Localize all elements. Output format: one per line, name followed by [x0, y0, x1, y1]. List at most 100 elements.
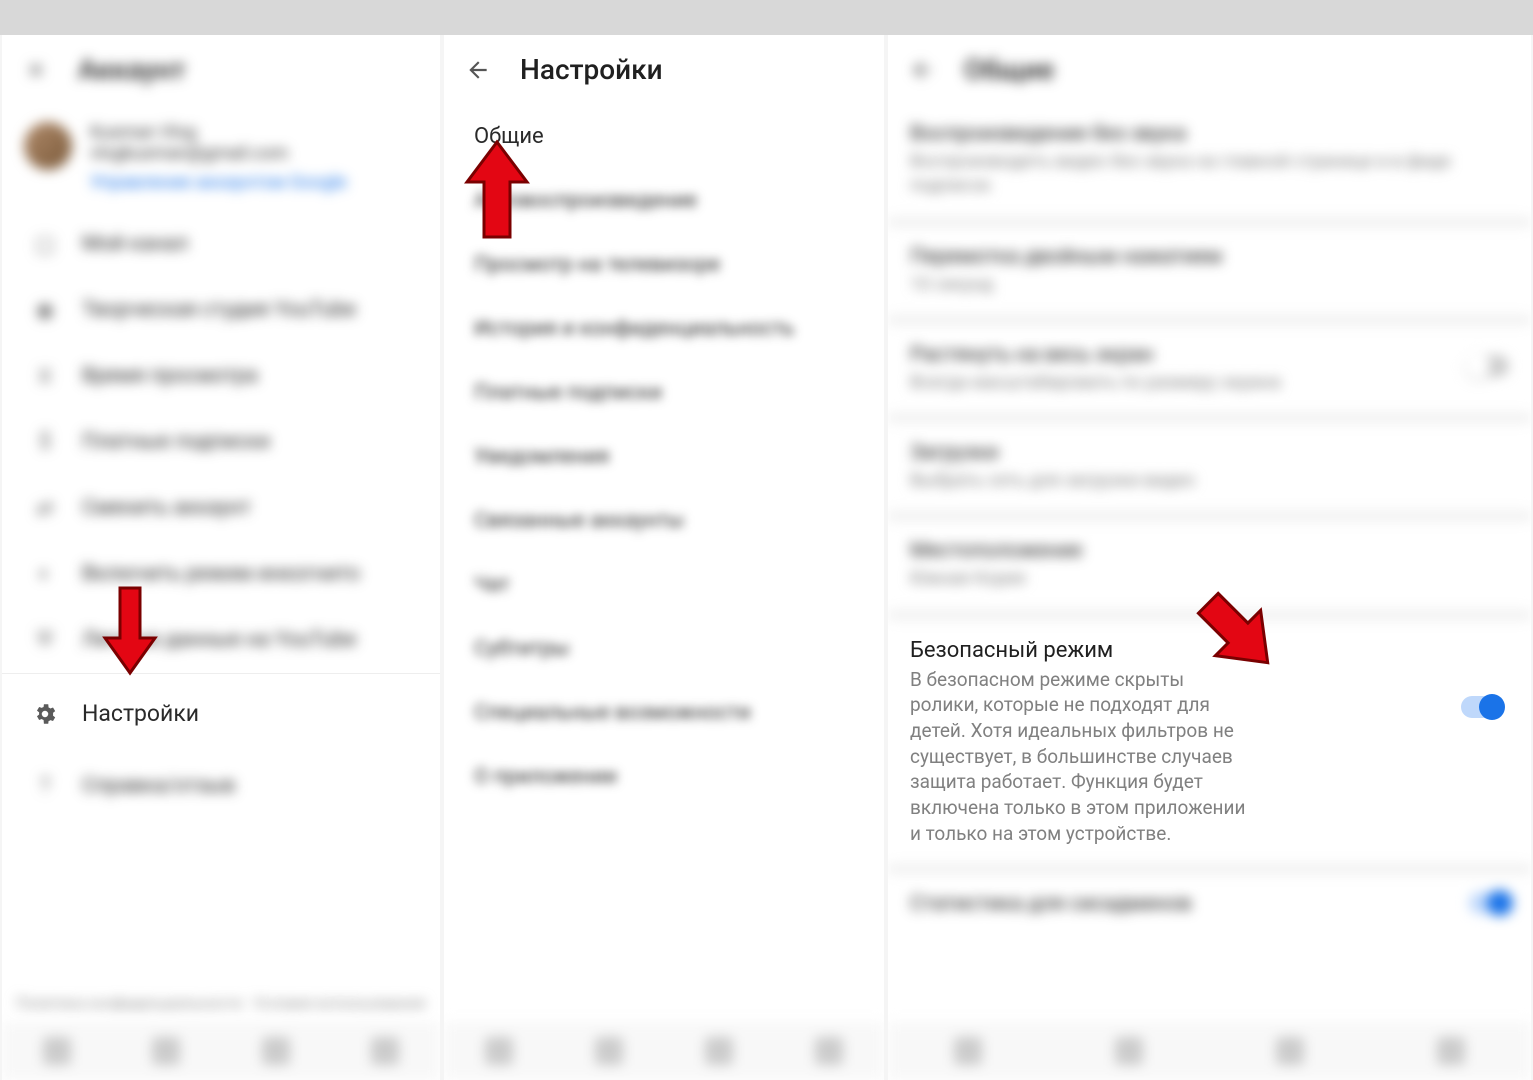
nav-icon[interactable] — [43, 1037, 71, 1065]
separator — [888, 864, 1531, 874]
setting-desc: Всегда масштабировать по размеру экрана — [910, 371, 1453, 395]
general-label: Общие — [474, 124, 544, 149]
setting-row[interactable]: Загрузки Выбрать сеть для загрузки видео — [888, 423, 1531, 511]
safe-mode-title: Безопасный режим — [910, 638, 1445, 663]
list-item[interactable]: Просмотр на телевизоре — [444, 233, 884, 297]
nav-icon[interactable] — [705, 1037, 733, 1065]
list-item[interactable]: ⛨ Личные данные на YouTube — [2, 607, 440, 673]
list-item[interactable]: Автовоспроизведение — [444, 169, 884, 233]
settings-item[interactable]: Настройки — [2, 674, 440, 753]
separator — [888, 511, 1531, 521]
item-label: Сменить аккаунт — [82, 496, 251, 520]
nav-icon[interactable] — [815, 1037, 843, 1065]
setting-row[interactable]: Местоположение Южная Корея — [888, 521, 1531, 609]
item-label: Включить режим инкогнито — [82, 562, 360, 586]
list-item[interactable]: О приложении — [444, 745, 884, 809]
nav-icon[interactable] — [262, 1037, 290, 1065]
switch-icon: ⇄ — [32, 495, 58, 521]
setting-row[interactable]: Растянуть на весь экран Всегда масштабир… — [888, 325, 1531, 413]
bottom-nav — [444, 1022, 884, 1080]
item-label: Чат — [474, 573, 510, 597]
item-label: Просмотр на телевизоре — [474, 253, 720, 277]
incognito-icon: ◐ — [32, 561, 58, 587]
footer-links[interactable]: Политика конфиденциальности · Условия ис… — [16, 994, 426, 1012]
shield-icon: ⛨ — [32, 627, 58, 653]
manage-account-link[interactable]: Управление аккаунтом Google — [90, 172, 347, 193]
item-label: Справка/отзыв — [82, 774, 235, 798]
general-item[interactable]: Общие — [444, 104, 884, 169]
item-label: Мой канал — [82, 232, 188, 256]
toggle-switch[interactable] — [1469, 892, 1509, 914]
setting-row[interactable]: Перемотка двойным нажатием 10 секунд — [888, 227, 1531, 315]
list-item[interactable]: ◉ Творческая студия YouTube — [2, 277, 440, 343]
setting-title: Воспроизведение без звука — [910, 122, 1509, 146]
status-bar — [0, 0, 1533, 35]
settings-panel: Настройки Общие Автовоспроизведение Прос… — [444, 35, 884, 1080]
panel-title: Общие — [964, 53, 1054, 86]
setting-title: Статистика для сисадминов — [910, 892, 1453, 916]
list-item[interactable]: Специальные возможности — [444, 681, 884, 745]
list-item[interactable]: ⧖Время просмотра — [2, 343, 440, 409]
back-icon[interactable] — [464, 56, 492, 84]
account-name: Kusman Vlog — [90, 122, 347, 143]
channel-icon: ▢ — [32, 231, 58, 257]
avatar[interactable] — [24, 122, 72, 170]
nav-icon[interactable] — [1115, 1037, 1143, 1065]
list-item[interactable]: ⇄ Сменить аккаунт — [2, 475, 440, 541]
list-item[interactable]: Чат — [444, 553, 884, 617]
setting-desc: 10 секунд — [910, 273, 1509, 297]
back-icon[interactable] — [908, 56, 936, 84]
list-item[interactable]: Уведомления — [444, 425, 884, 489]
general-panel: Общие Воспроизведение без звука Воспроиз… — [888, 35, 1531, 1080]
list-item[interactable]: Платные подписки — [444, 361, 884, 425]
setting-row[interactable]: Статистика для сисадминов — [888, 874, 1531, 938]
nav-icon[interactable] — [485, 1037, 513, 1065]
separator — [888, 217, 1531, 227]
separator — [888, 315, 1531, 325]
list-item[interactable]: Субтитры — [444, 617, 884, 681]
setting-desc: Воспроизводить видео без звука на главно… — [910, 150, 1509, 199]
item-label: Автовоспроизведение — [474, 189, 697, 213]
toggle-switch[interactable] — [1469, 355, 1509, 377]
item-label: Платные подписки — [474, 381, 662, 405]
list-item[interactable]: Связанные аккаунты — [444, 489, 884, 553]
nav-icon[interactable] — [371, 1037, 399, 1065]
list-item[interactable]: ▢ Мой канал — [2, 211, 440, 277]
nav-icon[interactable] — [152, 1037, 180, 1065]
setting-desc: Выбрать сеть для загрузки видео — [910, 469, 1509, 493]
nav-icon[interactable] — [954, 1037, 982, 1065]
help-icon: ? — [32, 773, 58, 799]
list-item[interactable]: История и конфиденциальность — [444, 297, 884, 361]
item-label: Творческая студия YouTube — [82, 298, 356, 322]
item-label: Связанные аккаунты — [474, 509, 684, 533]
setting-title: Растянуть на весь экран — [910, 343, 1453, 367]
close-icon[interactable] — [22, 56, 50, 84]
safe-mode-desc: В безопасном режиме скрыты ролики, котор… — [910, 667, 1250, 846]
account-panel: Аккаунт Kusman Vlog vlogkusman@gmail.com… — [2, 35, 440, 1080]
setting-title: Местоположение — [910, 539, 1509, 563]
item-label: Личные данные на YouTube — [82, 628, 356, 652]
safe-mode-toggle[interactable] — [1461, 696, 1501, 718]
list-item[interactable]: ? Справка/отзыв — [2, 753, 440, 819]
item-label: Специальные возможности — [474, 701, 751, 725]
studio-icon: ◉ — [32, 297, 58, 323]
gear-icon — [32, 701, 58, 727]
bottom-nav — [888, 1022, 1531, 1080]
settings-label: Настройки — [82, 700, 199, 727]
paid-icon: $ — [32, 429, 58, 455]
panel-title: Настройки — [520, 53, 663, 86]
setting-desc: Южная Корея — [910, 567, 1509, 591]
safe-mode-row[interactable]: Безопасный режим В безопасном режиме скр… — [888, 620, 1531, 864]
separator — [888, 610, 1531, 620]
setting-row[interactable]: Воспроизведение без звука Воспроизводить… — [888, 104, 1531, 217]
nav-icon[interactable] — [1276, 1037, 1304, 1065]
account-email: vlogkusman@gmail.com — [90, 143, 347, 164]
item-label: О приложении — [474, 765, 617, 789]
item-label: Субтитры — [474, 637, 569, 661]
list-item[interactable]: $ Платные подписки — [2, 409, 440, 475]
time-icon: ⧖ — [32, 363, 58, 389]
list-item[interactable]: ◐ Включить режим инкогнито — [2, 541, 440, 607]
item-label: Платные подписки — [82, 430, 270, 454]
nav-icon[interactable] — [1437, 1037, 1465, 1065]
nav-icon[interactable] — [595, 1037, 623, 1065]
